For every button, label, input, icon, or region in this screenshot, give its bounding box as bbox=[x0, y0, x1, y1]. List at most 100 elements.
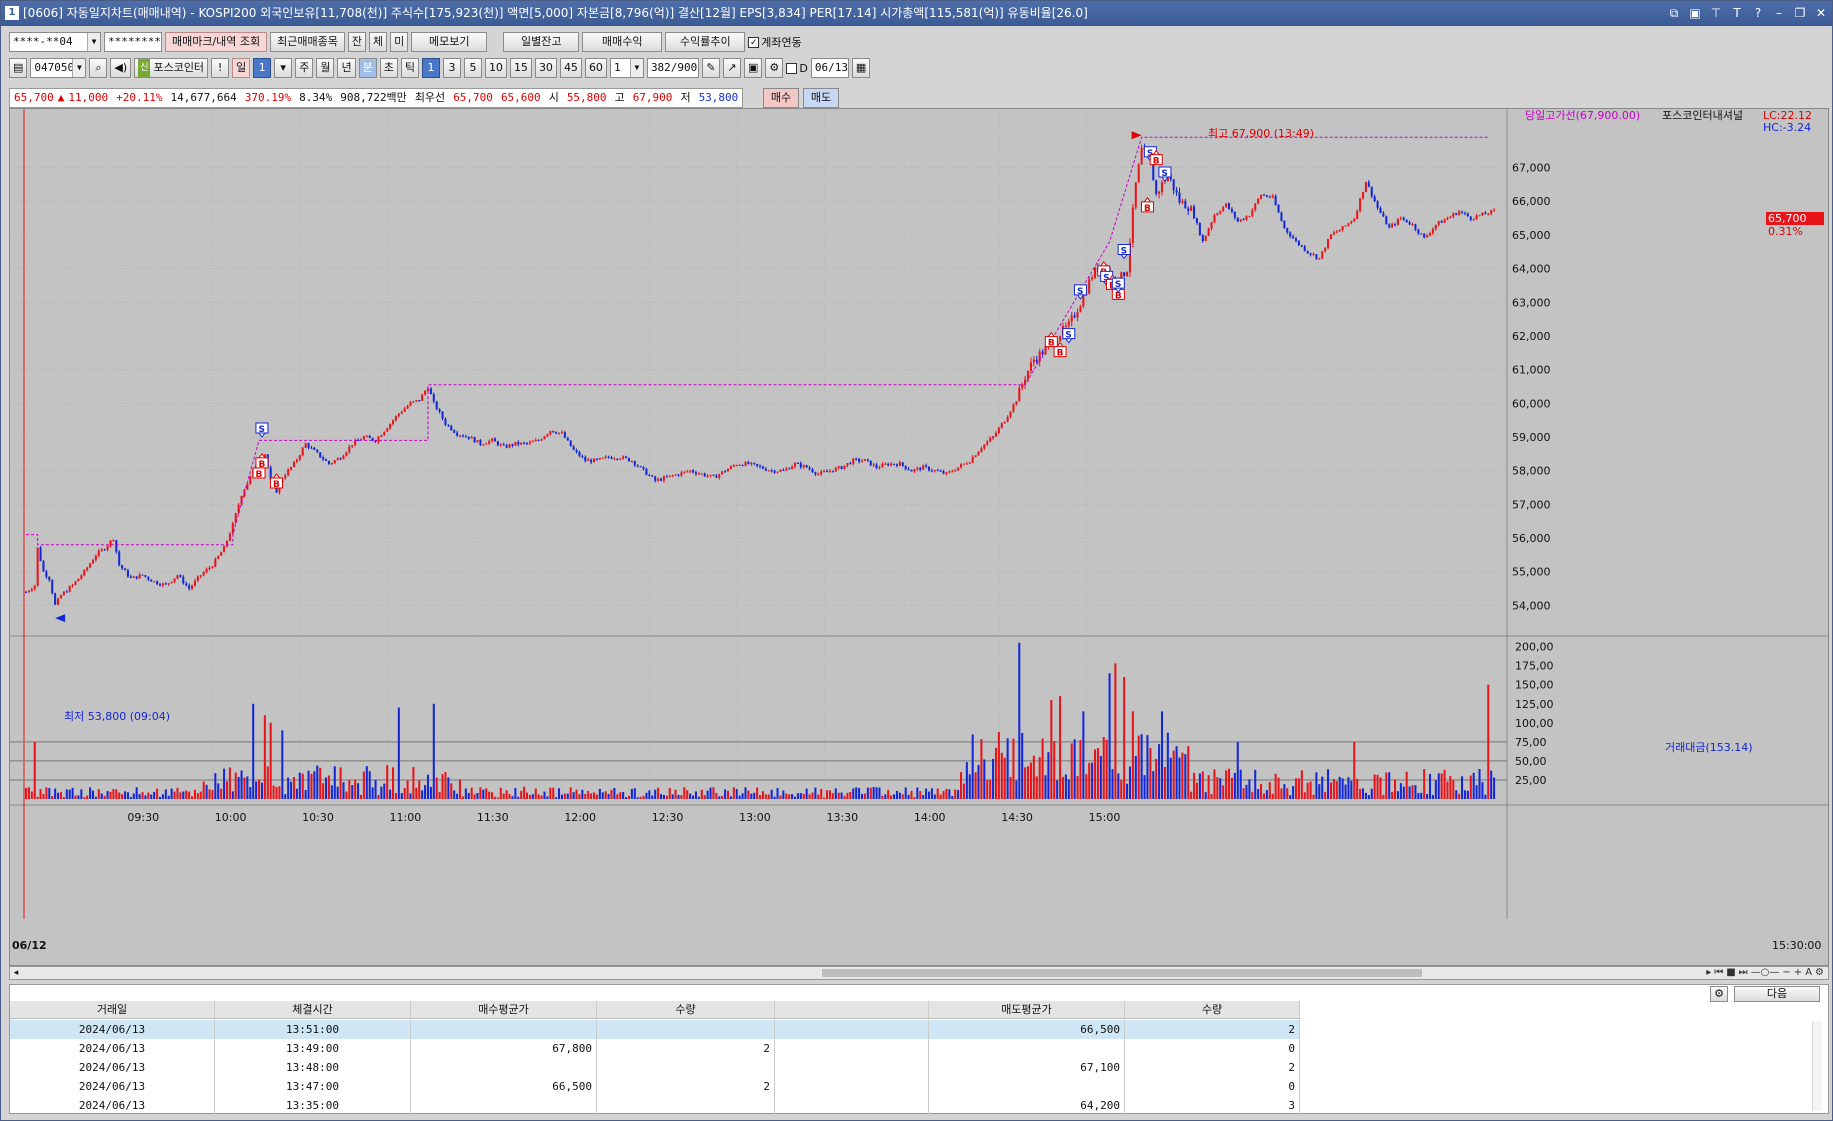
interval-10[interactable]: 10 bbox=[484, 58, 507, 78]
speaker-icon[interactable]: ◀) bbox=[110, 58, 132, 78]
table-scrollbar[interactable] bbox=[1812, 1021, 1822, 1111]
chart-area[interactable]: SBBBBBSSBSBBSSBSBS 54,00055,00056,00057,… bbox=[9, 108, 1829, 966]
candle-body bbox=[91, 560, 95, 564]
volume-bar bbox=[126, 792, 129, 799]
volume-bar bbox=[1000, 752, 1003, 799]
account-select[interactable]: ****-**04 ▼ bbox=[9, 32, 101, 52]
interval-60[interactable]: 60 bbox=[584, 58, 607, 78]
date-checkbox[interactable]: D bbox=[786, 62, 808, 75]
table-row[interactable]: 2024/06/13 13:35:00 64,200 3 bbox=[10, 1096, 1300, 1115]
memo-button[interactable]: 메모보기 bbox=[411, 32, 488, 52]
candle-body bbox=[415, 400, 418, 402]
period-second[interactable]: 초 bbox=[379, 58, 398, 78]
price-volume-chart[interactable]: SBBBBBSSBSBBSSBSBS 54,00055,00056,00057,… bbox=[10, 108, 1828, 965]
date-input[interactable]: 06/13 bbox=[810, 58, 849, 78]
volume-bar bbox=[828, 790, 831, 799]
account-link-checkbox[interactable]: ✓ 계좌연동 bbox=[748, 34, 802, 50]
period-week[interactable]: 주 bbox=[295, 58, 314, 78]
tile-icon[interactable]: ▣ bbox=[1688, 1, 1702, 26]
recent-trades-button[interactable]: 최근매매종목 bbox=[270, 32, 345, 52]
candle-body bbox=[759, 465, 762, 467]
chevron-down-icon[interactable]: ▼ bbox=[72, 59, 86, 77]
profit-trend-button[interactable]: 수익률추이 bbox=[665, 32, 746, 52]
zoom-slider-icon[interactable]: —○— bbox=[1751, 967, 1780, 979]
volume-bar bbox=[205, 784, 208, 799]
draw-tool-icon[interactable]: ✎ bbox=[701, 58, 720, 78]
checkbox-check-icon[interactable]: ✓ bbox=[748, 36, 760, 48]
table-row[interactable]: 2024/06/13 13:47:00 66,500 2 0 bbox=[10, 1077, 1300, 1096]
calendar-icon[interactable]: ▦ bbox=[851, 58, 871, 78]
volume-bar bbox=[890, 795, 893, 799]
interval-45[interactable]: 45 bbox=[559, 58, 582, 78]
interval-1[interactable]: 1 bbox=[421, 58, 440, 78]
pin-icon[interactable]: ⊤ bbox=[1709, 1, 1723, 26]
chart-scrollbar[interactable]: ◂ ▸ ⏮ ■ ⏭ —○— − + A ⚙ bbox=[9, 966, 1829, 980]
settings-icon[interactable]: ⚙ bbox=[1815, 967, 1824, 979]
stock-code-input[interactable]: 047050 ▼ bbox=[30, 58, 87, 78]
interval-15[interactable]: 15 bbox=[509, 58, 532, 78]
zoom-out-icon[interactable]: − bbox=[1782, 967, 1790, 979]
filled-toggle[interactable]: 체 bbox=[369, 32, 388, 52]
stock-name-box[interactable]: 신 포스코인터 bbox=[134, 58, 209, 78]
font-icon[interactable]: T bbox=[1730, 1, 1744, 26]
interval-30[interactable]: 30 bbox=[534, 58, 557, 78]
period-day[interactable]: 일 bbox=[232, 58, 251, 78]
period-minute[interactable]: 분 bbox=[358, 58, 377, 78]
buy-button[interactable]: 매수 bbox=[763, 88, 799, 108]
balance-toggle[interactable]: 잔 bbox=[347, 32, 367, 52]
volume-bar bbox=[441, 774, 444, 799]
trade-profit-button[interactable]: 매매수익 bbox=[582, 32, 663, 52]
gear-icon[interactable]: ⚙ bbox=[765, 58, 784, 78]
period-count[interactable]: 1 bbox=[253, 58, 272, 78]
play-icon[interactable]: ▸ bbox=[1706, 967, 1711, 979]
search-icon[interactable]: ⌕ bbox=[89, 58, 108, 78]
warning-button[interactable]: ! bbox=[211, 58, 230, 78]
table-gear-icon[interactable]: ⚙ bbox=[1710, 986, 1728, 1002]
volume-bar bbox=[1411, 785, 1414, 799]
volume-bar bbox=[1114, 663, 1117, 799]
candle-body bbox=[639, 466, 642, 468]
minimize-icon[interactable]: – bbox=[1772, 1, 1786, 26]
volume-bar bbox=[584, 793, 587, 799]
password-field[interactable]: ******** bbox=[104, 32, 162, 52]
chevron-down-icon[interactable]: ▼ bbox=[87, 33, 100, 51]
candle-body bbox=[57, 598, 60, 605]
sell-button[interactable]: 매도 bbox=[803, 88, 839, 108]
table-row[interactable]: 2024/06/13 13:51:00 66,500 2 bbox=[10, 1020, 1300, 1039]
save-icon[interactable]: ▣ bbox=[743, 58, 763, 78]
unfilled-toggle[interactable]: 미 bbox=[390, 32, 409, 52]
scroll-left-icon[interactable]: ◂ bbox=[10, 967, 22, 979]
interval-5[interactable]: 5 bbox=[463, 58, 482, 78]
data-count-field[interactable]: 382/900 bbox=[646, 58, 699, 78]
daily-balance-button[interactable]: 일별잔고 bbox=[503, 32, 580, 52]
chevron-down-icon[interactable]: ▾ bbox=[274, 58, 293, 78]
trade-mark-query-button[interactable]: 매매마크/내역 조회 bbox=[165, 32, 268, 52]
table-row[interactable]: 2024/06/13 13:48:00 67,100 2 bbox=[10, 1058, 1300, 1077]
candle-body bbox=[831, 470, 834, 472]
text-size-icon[interactable]: A bbox=[1805, 967, 1812, 979]
checkbox-empty-icon[interactable] bbox=[786, 62, 798, 74]
volume-bar bbox=[1166, 732, 1169, 799]
period-month[interactable]: 월 bbox=[316, 58, 335, 78]
help-icon[interactable]: ? bbox=[1751, 1, 1765, 26]
stop-icon[interactable]: ■ bbox=[1726, 967, 1735, 979]
next-page-button[interactable]: 다음 bbox=[1734, 986, 1820, 1002]
period-year[interactable]: 년 bbox=[337, 58, 356, 78]
interval-count-select[interactable]: 1 ▼ bbox=[609, 58, 644, 78]
trend-icon[interactable]: ↗ bbox=[722, 58, 741, 78]
link-window-icon[interactable]: ⧉ bbox=[1667, 1, 1681, 26]
rewind-icon[interactable]: ⏮ bbox=[1714, 967, 1723, 979]
table-row[interactable]: 2024/06/13 13:49:00 67,800 2 0 bbox=[10, 1039, 1300, 1058]
scroll-thumb[interactable] bbox=[822, 969, 1422, 977]
volume-bar bbox=[1402, 786, 1405, 799]
interval-3[interactable]: 3 bbox=[442, 58, 461, 78]
volume-bar bbox=[715, 792, 718, 799]
restore-icon[interactable]: ❐ bbox=[1793, 1, 1807, 26]
candle-body bbox=[1440, 221, 1443, 223]
period-tick[interactable]: 틱 bbox=[400, 58, 419, 78]
layout-icon[interactable]: ▤ bbox=[9, 58, 28, 78]
chevron-down-icon[interactable]: ▼ bbox=[629, 59, 643, 77]
close-icon[interactable]: ✕ bbox=[1814, 1, 1828, 26]
zoom-in-icon[interactable]: + bbox=[1794, 967, 1802, 979]
forward-icon[interactable]: ⏭ bbox=[1739, 967, 1748, 979]
